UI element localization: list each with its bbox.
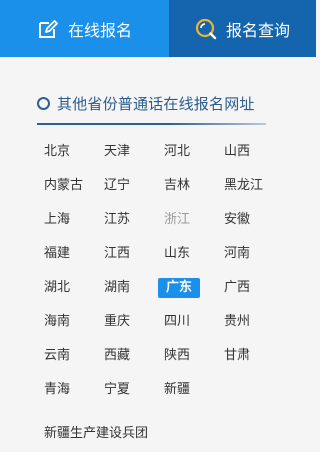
section-title: 其他省份普通话在线报名网址 — [57, 95, 255, 113]
province-link[interactable]: 海南 — [44, 312, 70, 332]
province-link-xinjiang-corps[interactable]: 新疆生产建设兵团 — [44, 422, 148, 441]
province-link[interactable]: 新疆 — [164, 380, 190, 400]
province-link[interactable]: 甘肃 — [224, 346, 250, 366]
province-link[interactable]: 吉林 — [164, 176, 190, 196]
province-link[interactable]: 青海 — [44, 380, 70, 400]
province-link[interactable]: 陕西 — [164, 346, 190, 366]
province-link[interactable]: 辽宁 — [104, 176, 130, 196]
province-link[interactable]: 湖南 — [104, 278, 130, 298]
province-link[interactable]: 宁夏 — [104, 380, 130, 400]
tab-bar: 在线报名 报名查询 — [0, 0, 316, 57]
province-link[interactable]: 广西 — [224, 278, 250, 298]
province-link[interactable]: 福建 — [44, 244, 70, 264]
province-panel: 其他省份普通话在线报名网址 北京 天津 河北 山西内蒙古 辽宁 吉林 黑龙江上海 江苏 浙江 安徽… — [0, 57, 316, 452]
province-link[interactable]: 安徽 — [224, 210, 250, 230]
province-link[interactable]: 山东 — [164, 244, 190, 264]
tab-online-registration[interactable]: 在线报名 — [0, 0, 169, 57]
province-link[interactable]: 西藏 — [104, 346, 130, 366]
search-icon — [195, 18, 217, 40]
province-link[interactable]: 四川 — [164, 312, 190, 332]
province-link[interactable]: 河北 — [164, 142, 190, 162]
province-link[interactable]: 贵州 — [224, 312, 250, 332]
province-link[interactable]: 河南 — [224, 244, 250, 264]
province-link[interactable]: 云南 — [44, 346, 70, 366]
province-link[interactable]: 北京 — [44, 142, 70, 162]
province-link[interactable]: 山西 — [224, 142, 250, 162]
province-link[interactable]: 重庆 — [104, 312, 130, 332]
ring-bullet-icon — [37, 97, 50, 110]
section-header: 其他省份普通话在线报名网址 — [37, 93, 255, 114]
tab-online-registration-label: 在线报名 — [67, 20, 132, 40]
province-link[interactable]: 内蒙古 — [44, 176, 83, 196]
province-link[interactable]: 上海 — [44, 210, 70, 230]
province-link[interactable]: 江西 — [104, 244, 130, 264]
province-link[interactable]: 黑龙江 — [224, 176, 263, 196]
province-link[interactable]: 广东 — [158, 278, 201, 298]
province-link[interactable]: 浙江 — [164, 210, 190, 230]
edit-icon — [37, 18, 59, 40]
tab-registration-query[interactable]: 报名查询 — [169, 0, 316, 57]
province-link[interactable]: 天津 — [104, 142, 130, 162]
section-divider — [37, 123, 266, 125]
province-grid: 北京 天津 河北 山西内蒙古 辽宁 吉林 黑龙江上海 江苏 浙江 安徽福建 江西 山东 河南湖北 湖南 广东… — [44, 142, 284, 414]
province-link[interactable]: 江苏 — [104, 210, 130, 230]
province-link[interactable]: 湖北 — [44, 278, 70, 298]
tab-registration-query-label: 报名查询 — [225, 20, 290, 40]
